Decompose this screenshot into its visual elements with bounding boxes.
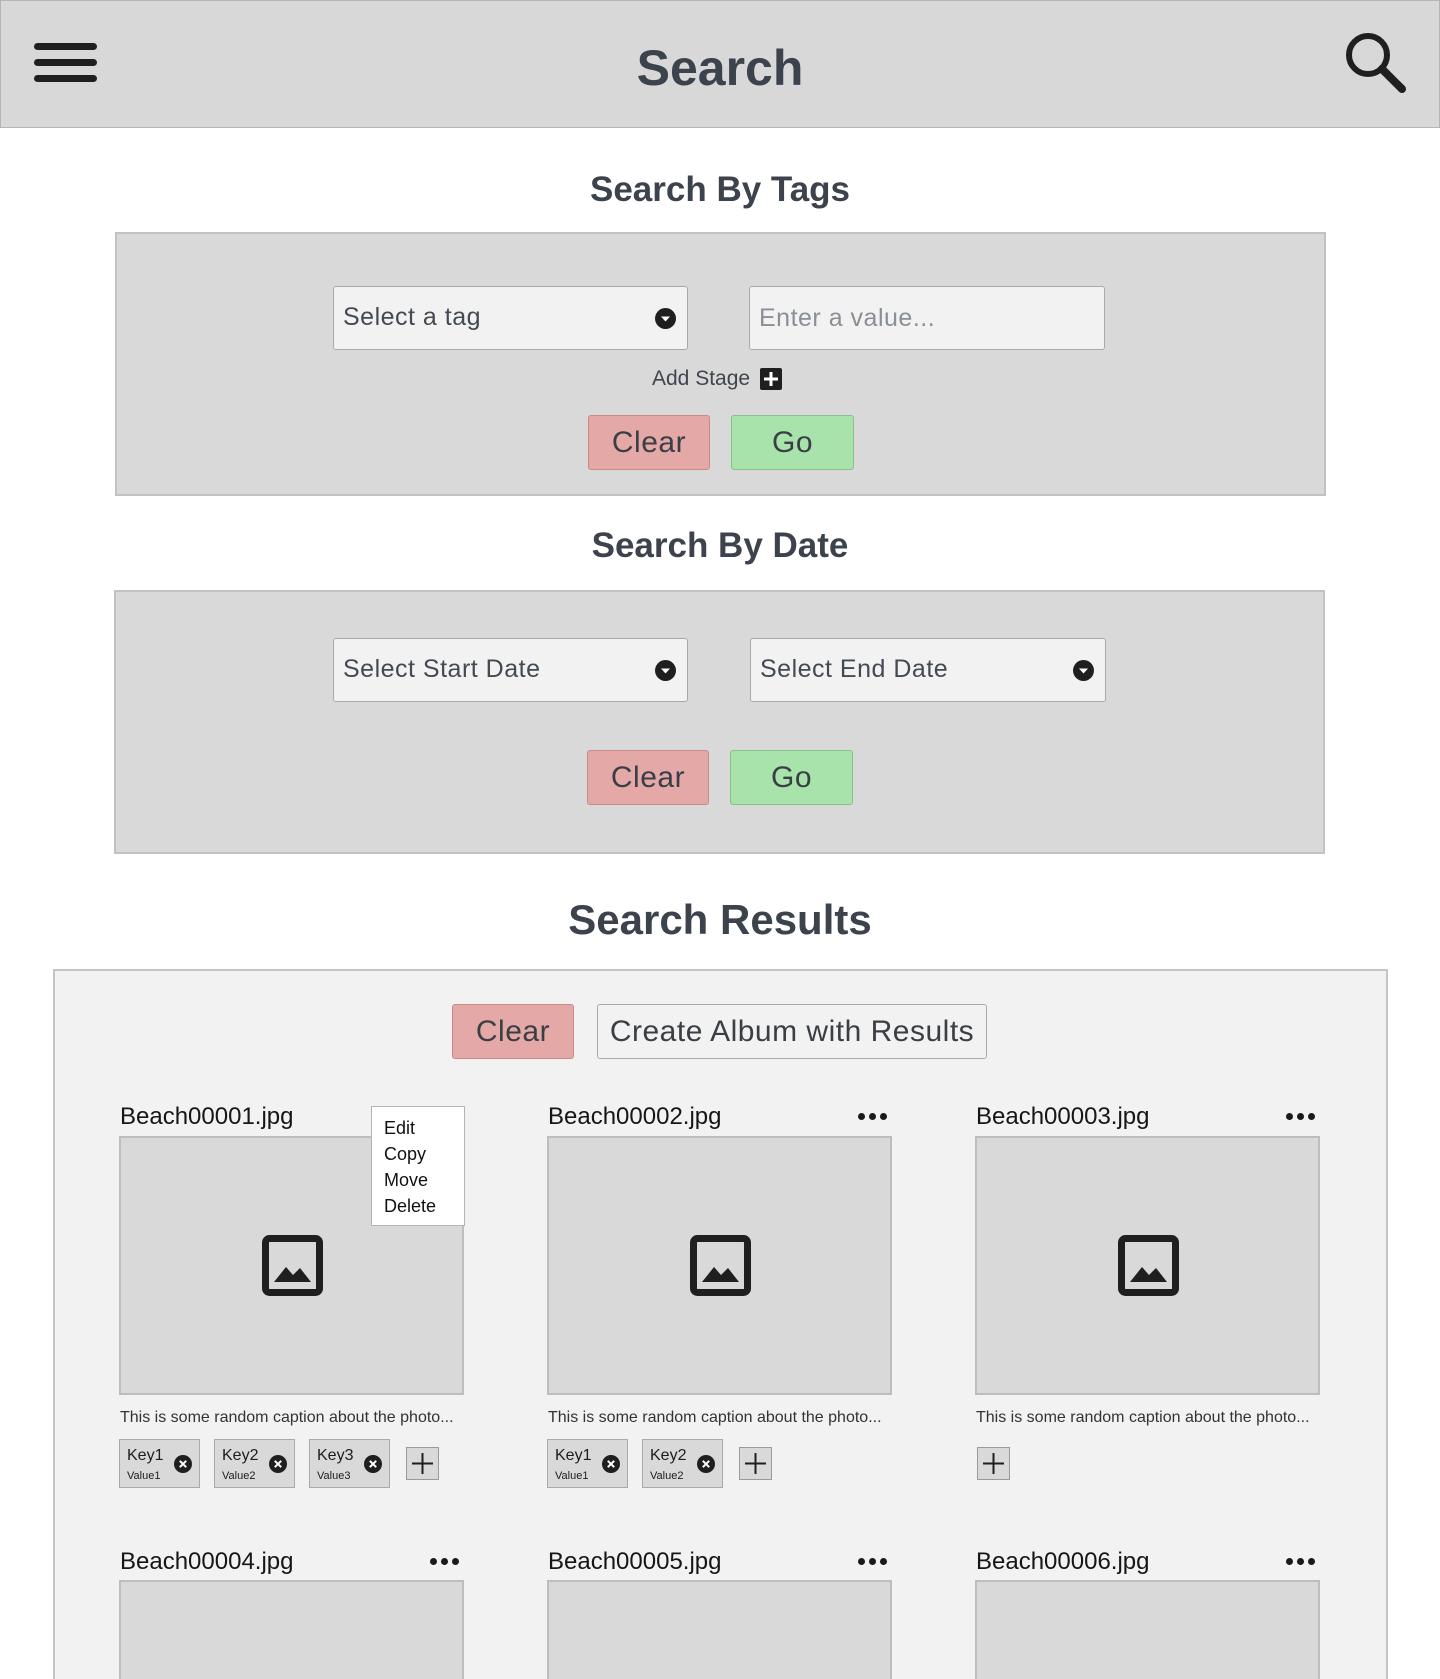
more-options-icon[interactable] [858,1557,888,1567]
tag-value-input[interactable] [749,286,1105,350]
start-date-value: Select Start Date [343,655,541,683]
tag-chip[interactable]: Key2 Value2 [642,1439,723,1488]
tag-chip[interactable]: Key1 Value1 [547,1439,628,1488]
chevron-down-icon [1073,660,1094,681]
search-by-tags-panel [115,232,1326,496]
tag-value: Value1 [127,1470,161,1482]
page-title: Search [636,40,804,96]
more-options-icon[interactable] [430,1557,460,1567]
photo-filename: Beach00001.jpg [120,1103,294,1130]
add-stage-button[interactable]: Add Stage [652,366,783,392]
chevron-down-icon [655,660,676,681]
plus-icon [412,1453,433,1474]
search-by-date-heading: Search By Date [591,526,849,565]
remove-tag-icon[interactable] [174,1455,192,1473]
tag-select[interactable]: Select a tag [333,286,688,350]
menu-item-copy[interactable]: Copy [384,1144,426,1165]
photo-filename: Beach00005.jpg [548,1548,722,1575]
results-clear-button[interactable]: Clear [452,1004,574,1059]
tag-value: Value2 [650,1470,684,1482]
tag-key: Key1 [127,1447,164,1464]
date-go-button[interactable]: Go [730,750,853,805]
search-by-tags-heading: Search By Tags [589,170,851,209]
more-options-icon[interactable] [1286,1557,1316,1567]
remove-tag-icon[interactable] [697,1455,715,1473]
plus-square-icon [760,368,783,390]
menu-item-move[interactable]: Move [384,1170,428,1191]
tag-key: Key3 [317,1447,354,1464]
add-tag-button[interactable] [977,1447,1010,1480]
tag-chip[interactable]: Key2 Value2 [214,1439,295,1488]
photo-filename: Beach00006.jpg [976,1548,1150,1575]
tags-go-button[interactable]: Go [731,415,854,470]
remove-tag-icon[interactable] [364,1455,382,1473]
search-by-date-panel [114,590,1325,854]
tag-value: Value3 [317,1470,351,1482]
image-icon [1118,1235,1179,1296]
plus-icon [745,1453,766,1474]
more-options-icon[interactable] [858,1112,888,1122]
menu-item-edit[interactable]: Edit [384,1118,415,1139]
photo-thumbnail[interactable] [975,1580,1320,1679]
end-date-select[interactable]: Select End Date [750,638,1106,702]
tags-clear-button[interactable]: Clear [588,415,710,470]
photo-thumbnail[interactable] [547,1580,892,1679]
photo-caption: This is some random caption about the ph… [976,1409,1310,1426]
photo-thumbnail[interactable] [119,1580,464,1679]
add-stage-label: Add Stage [652,367,751,390]
photo-thumbnail[interactable] [547,1136,892,1395]
photo-caption: This is some random caption about the ph… [548,1409,882,1426]
date-clear-button[interactable]: Clear [587,750,709,805]
more-options-icon[interactable] [1286,1112,1316,1122]
tag-select-value: Select a tag [343,303,482,331]
end-date-value: Select End Date [760,655,949,683]
image-icon [690,1235,751,1296]
search-results-heading: Search Results [568,896,872,943]
tag-key: Key2 [222,1447,259,1464]
photo-filename: Beach00003.jpg [976,1103,1150,1130]
add-tag-button[interactable] [406,1447,439,1480]
tag-chip[interactable]: Key3 Value3 [309,1439,390,1488]
tag-value: Value2 [222,1470,256,1482]
photo-filename: Beach00004.jpg [120,1548,294,1575]
chevron-down-icon [655,308,676,329]
plus-icon [983,1453,1004,1474]
photo-context-menu: Edit Copy Move Delete [371,1106,465,1226]
tag-key: Key2 [650,1447,687,1464]
image-icon [262,1235,323,1296]
photo-filename: Beach00002.jpg [548,1103,722,1130]
create-album-button[interactable]: Create Album with Results [597,1004,987,1059]
add-tag-button[interactable] [739,1447,772,1480]
top-app-bar: Search [0,0,1440,128]
remove-tag-icon[interactable] [269,1455,287,1473]
photo-caption: This is some random caption about the ph… [120,1409,454,1426]
tag-key: Key1 [555,1447,592,1464]
search-icon[interactable] [1344,31,1406,93]
tag-value: Value1 [555,1470,589,1482]
remove-tag-icon[interactable] [602,1455,620,1473]
start-date-select[interactable]: Select Start Date [333,638,688,702]
photo-thumbnail[interactable] [975,1136,1320,1395]
tag-chip[interactable]: Key1 Value1 [119,1439,200,1488]
menu-item-delete[interactable]: Delete [384,1196,436,1217]
